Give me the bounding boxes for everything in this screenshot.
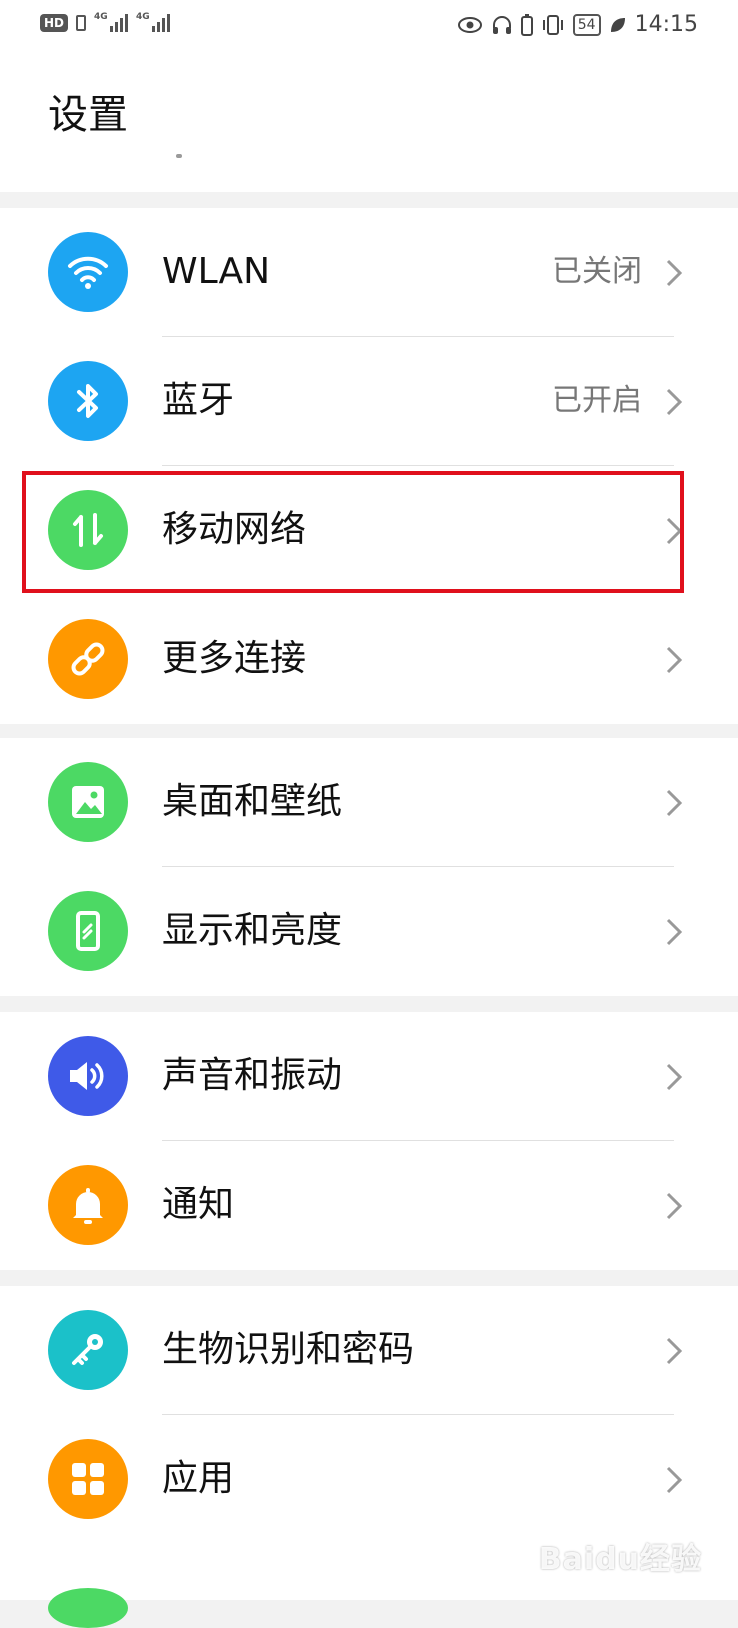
- chevron-right-icon: [666, 1466, 683, 1494]
- bluetooth-icon: [48, 361, 128, 441]
- settings-item-label: 蓝牙: [162, 380, 235, 421]
- settings-item-label: 更多连接: [162, 638, 307, 679]
- page-title: 设置: [48, 92, 128, 138]
- settings-item-bluetooth[interactable]: 蓝牙 已开启: [0, 337, 738, 466]
- chevron-right-icon: [666, 1337, 683, 1365]
- chevron-right-icon: [666, 388, 683, 416]
- leaf-icon: [610, 17, 625, 32]
- eye-comfort-icon: [457, 16, 482, 33]
- signal-sim2-icon: 4G: [136, 12, 171, 32]
- status-bar: HD 4G 4G 54 14:15: [0, 0, 738, 52]
- network-type-sim2: 4G: [136, 12, 150, 22]
- settings-item-wallpaper[interactable]: 桌面和壁纸: [0, 738, 738, 867]
- wifi-icon: [48, 232, 128, 312]
- sound-icon: [48, 1036, 128, 1116]
- chevron-right-icon: [666, 1192, 683, 1220]
- bell-icon: [48, 1165, 128, 1245]
- chevron-right-icon: [666, 259, 683, 287]
- headphones-icon: [492, 15, 511, 34]
- link-icon: [48, 619, 128, 699]
- settings-group-sound: 声音和振动 通知: [0, 1012, 738, 1270]
- settings-item-label: 显示和亮度: [162, 910, 343, 951]
- settings-item-label: 桌面和壁纸: [162, 781, 343, 822]
- settings-item-label: 移动网络: [162, 509, 307, 550]
- hd-badge: HD: [40, 14, 69, 32]
- watermark: Baidu经验: [538, 1542, 702, 1577]
- apps-icon: [48, 1439, 128, 1519]
- chevron-right-icon: [666, 517, 683, 545]
- settings-item-notifications[interactable]: 通知: [0, 1141, 738, 1270]
- key-icon: [48, 1310, 128, 1390]
- settings-item-label: 生物识别和密码: [162, 1329, 415, 1370]
- collapsed-search-peek: [176, 154, 182, 158]
- battery-level: 54: [572, 13, 601, 36]
- settings-item-more-connections[interactable]: 更多连接: [0, 595, 738, 724]
- wallpaper-icon: [48, 762, 128, 842]
- settings-group-display: 桌面和壁纸 显示和亮度: [0, 738, 738, 996]
- signal-sim1-icon: 4G: [94, 12, 129, 32]
- settings-item-biometrics-password[interactable]: 生物识别和密码: [0, 1286, 738, 1415]
- chevron-right-icon: [666, 918, 683, 946]
- page-header: 设置: [0, 52, 738, 192]
- chevron-right-icon: [666, 646, 683, 674]
- settings-item-status: 已开启: [552, 383, 642, 418]
- mobile-data-icon: [48, 490, 128, 570]
- settings-item-mobile-network[interactable]: 移动网络: [0, 466, 738, 595]
- settings-item-sound-vibration[interactable]: 声音和振动: [0, 1012, 738, 1141]
- chevron-right-icon: [666, 1063, 683, 1091]
- settings-item-label: WLAN: [162, 251, 271, 292]
- chevron-right-icon: [666, 789, 683, 817]
- settings-item-label: 声音和振动: [162, 1055, 343, 1096]
- status-left: HD 4G 4G: [40, 12, 171, 32]
- status-right: 54 14:15: [457, 12, 698, 37]
- settings-group-connections: WLAN 已关闭 蓝牙 已开启 移动网络 更多连接: [0, 208, 738, 724]
- next-item-icon-peek: [48, 1588, 128, 1628]
- settings-item-wlan[interactable]: WLAN 已关闭: [0, 208, 738, 337]
- network-type-sim1: 4G: [94, 12, 108, 22]
- vibrate-icon: [542, 14, 563, 35]
- settings-item-apps[interactable]: 应用: [0, 1415, 738, 1544]
- status-time: 14:15: [634, 12, 698, 37]
- settings-item-label: 应用: [162, 1458, 235, 1499]
- sim-card-icon: [76, 15, 87, 31]
- battery-saver-icon: [520, 13, 533, 36]
- settings-item-status: 已关闭: [552, 254, 642, 289]
- display-icon: [48, 891, 128, 971]
- settings-item-label: 通知: [162, 1184, 235, 1225]
- settings-item-display-brightness[interactable]: 显示和亮度: [0, 867, 738, 996]
